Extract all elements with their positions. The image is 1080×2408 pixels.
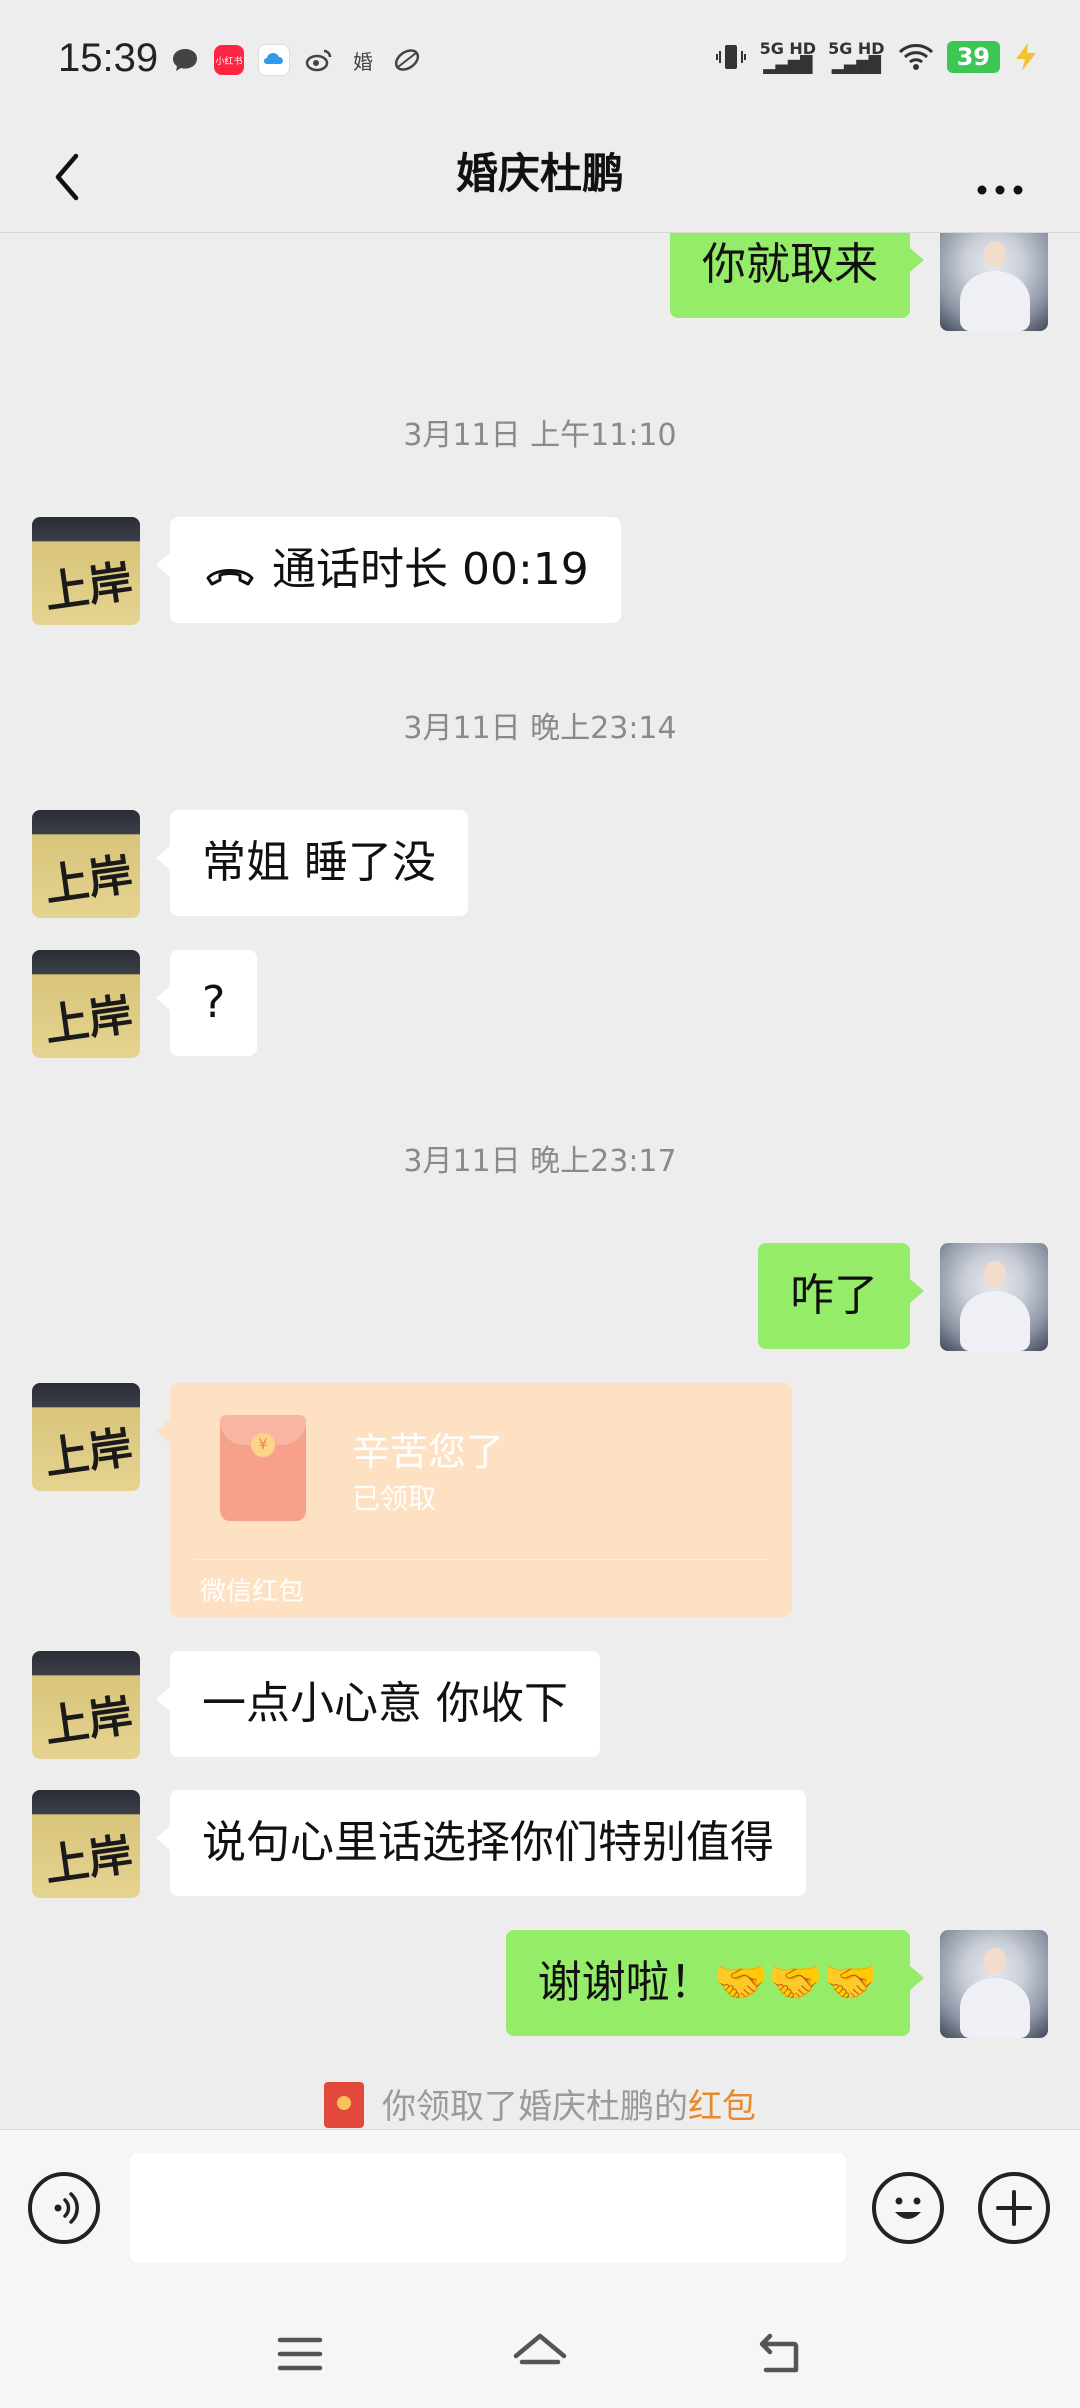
- red-packet-divider: [194, 1559, 768, 1560]
- wifi-icon: [898, 44, 933, 70]
- more-functions-button[interactable]: [978, 2172, 1050, 2244]
- cellular-signal-1: 5G HD ▂▄▆█: [759, 39, 817, 74]
- contact-avatar[interactable]: 上岸: [32, 1651, 140, 1759]
- status-time: 15:39: [58, 36, 159, 80]
- message-input[interactable]: [130, 2153, 846, 2263]
- xiaohongshu-icon: 小红书: [214, 45, 244, 75]
- my-avatar[interactable]: [940, 1243, 1048, 1351]
- emoji-icon: [895, 2197, 921, 2219]
- red-packet-title: 辛苦您了: [352, 1430, 505, 1474]
- message-bubble-sent[interactable]: 咋了: [758, 1243, 924, 1349]
- red-packet-icon: ¥: [220, 1415, 306, 1521]
- message-bubble-received[interactable]: 说句心里话选择你们特别值得: [156, 1790, 806, 1896]
- more-dots-icon: [977, 185, 1023, 195]
- input-bar: [0, 2129, 1080, 2300]
- notification-icons: 小红书 婚: [170, 44, 422, 76]
- charging-icon: [1016, 43, 1036, 71]
- chat-header: 婚庆杜鹏: [0, 120, 1080, 232]
- contact-avatar[interactable]: 上岸: [32, 950, 140, 1058]
- voice-input-button[interactable]: [28, 2172, 100, 2244]
- chat-messages[interactable]: 你就取来 3月11日 上午11:10 上岸 通话时长 00:19 3月11日 晚…: [0, 233, 1080, 2129]
- message-icon: [170, 45, 200, 75]
- contact-avatar[interactable]: 上岸: [32, 810, 140, 918]
- battery-level: 39: [946, 41, 1000, 73]
- red-packet-link[interactable]: 红包: [688, 2087, 756, 2127]
- chat-title: 婚庆杜鹏: [455, 149, 624, 198]
- more-options-button[interactable]: [960, 142, 1040, 212]
- contact-avatar[interactable]: 上岸: [32, 1790, 140, 1898]
- timestamp: 3月11日 上午11:10: [403, 418, 677, 453]
- red-packet-received-note: 你领取了婚庆杜鹏的红包: [0, 2079, 1080, 2129]
- message-bubble-received[interactable]: 常姐 睡了没: [156, 810, 468, 916]
- hun-app-icon: 婚: [353, 49, 373, 74]
- home-icon[interactable]: [508, 2322, 572, 2386]
- my-avatar[interactable]: [940, 233, 1048, 331]
- leaf-app-icon: [392, 45, 422, 75]
- red-packet-card[interactable]: ¥ 辛苦您了 已领取 微信红包: [156, 1383, 792, 1617]
- weibo-icon: [304, 45, 334, 75]
- cloud-app-icon: [258, 44, 290, 76]
- vibrate-icon: [715, 45, 746, 69]
- status-bar: 15:39 小红书 婚 5G HD ▂▄▆█ 5G HD ▂▄▆█ 39: [0, 0, 1080, 120]
- contact-avatar[interactable]: 上岸: [32, 517, 140, 625]
- phone-hangup-icon: [206, 569, 254, 586]
- voice-icon: [54, 2192, 79, 2224]
- contact-avatar[interactable]: 上岸: [32, 1383, 140, 1491]
- message-bubble-received[interactable]: 一点小心意 你收下: [156, 1651, 600, 1757]
- back-nav-icon[interactable]: [748, 2322, 812, 2386]
- system-status: 5G HD ▂▄▆█ 5G HD ▂▄▆█ 39: [714, 40, 1040, 74]
- system-navigation-bar: [0, 2300, 1080, 2408]
- plus-icon: [996, 2190, 1032, 2226]
- message-bubble-sent[interactable]: 谢谢啦！🤝🤝🤝: [505, 1930, 925, 2036]
- my-avatar[interactable]: [940, 1930, 1048, 2038]
- red-packet-footer: 微信红包: [200, 1577, 305, 1607]
- message-bubble-received[interactable]: ?: [155, 950, 258, 1056]
- menu-icon[interactable]: [268, 2322, 332, 2386]
- call-record-bubble[interactable]: 通话时长 00:19: [156, 517, 621, 623]
- message-bubble-sent[interactable]: 你就取来: [670, 233, 924, 318]
- timestamp: 3月11日 晚上23:17: [403, 1144, 677, 1179]
- timestamp: 3月11日 晚上23:14: [403, 711, 677, 746]
- red-packet-status: 已领取: [352, 1482, 437, 1515]
- cellular-signal-2: 5G HD ▂▄▆█: [828, 39, 885, 74]
- red-packet-small-icon: [324, 2081, 364, 2128]
- emoji-button[interactable]: [872, 2172, 944, 2244]
